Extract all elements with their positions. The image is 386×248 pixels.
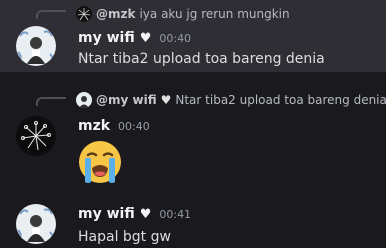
username[interactable]: my wifi <box>78 206 135 222</box>
reply-text[interactable]: Ntar tiba2 upload toa bareng denia <box>175 93 386 107</box>
heart-icon: ♥ <box>139 31 152 46</box>
timestamp[interactable]: 00:40 <box>118 120 150 133</box>
chat-view: @mzk iya aku jg rerun mungkin my wifi ♥ … <box>0 0 386 248</box>
loudly-crying-face-emoji[interactable] <box>76 138 124 186</box>
reply-preview[interactable]: @mzk iya aku jg rerun mungkin <box>76 5 290 23</box>
avatar-my-wifi[interactable] <box>16 204 56 244</box>
heart-icon: ♥ <box>139 207 152 222</box>
reply-author[interactable]: @my wifi <box>96 93 157 107</box>
avatar-mzk[interactable] <box>16 116 56 156</box>
reply-preview[interactable]: @my wifi ♥ Ntar tiba2 upload toa bareng … <box>76 91 386 109</box>
reply-spine <box>36 97 66 106</box>
message-2[interactable]: @my wifi ♥ Ntar tiba2 upload toa bareng … <box>0 88 386 188</box>
message-header: mzk 00:40 <box>78 118 150 134</box>
username[interactable]: mzk <box>78 118 110 134</box>
message-3[interactable]: my wifi ♥ 00:41 Hapal bgt gw <box>0 196 386 248</box>
timestamp[interactable]: 00:41 <box>159 208 191 221</box>
timestamp[interactable]: 00:40 <box>159 32 191 45</box>
reply-author[interactable]: @mzk <box>96 7 135 21</box>
message-1[interactable]: @mzk iya aku jg rerun mungkin my wifi ♥ … <box>0 0 386 72</box>
reply-avatar-my-wifi <box>76 92 92 108</box>
username[interactable]: my wifi <box>78 30 135 46</box>
heart-icon: ♥ <box>160 93 172 107</box>
message-content: Hapal bgt gw <box>78 229 171 245</box>
message-header: my wifi ♥ 00:41 <box>78 206 191 222</box>
reply-text[interactable]: iya aku jg rerun mungkin <box>139 7 289 21</box>
reply-spine <box>36 10 66 19</box>
message-content: Ntar tiba2 upload toa bareng denia <box>78 51 325 67</box>
reply-avatar-mzk <box>76 6 92 22</box>
avatar-my-wifi[interactable] <box>16 26 56 66</box>
message-header: my wifi ♥ 00:40 <box>78 30 191 46</box>
